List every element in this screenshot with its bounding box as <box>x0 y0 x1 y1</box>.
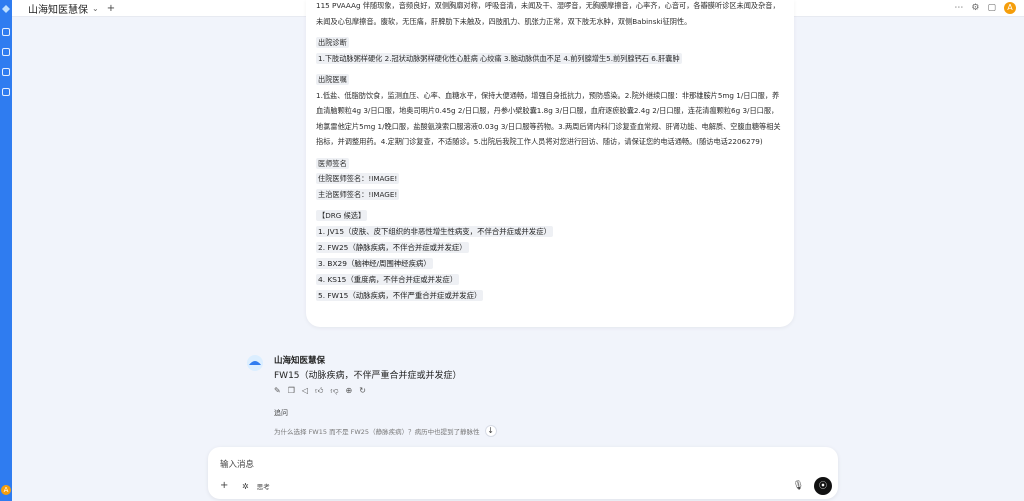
user-avatar-top[interactable]: A <box>1004 2 1016 14</box>
search-icon[interactable] <box>2 48 10 56</box>
history-icon[interactable] <box>2 68 10 76</box>
share-icon[interactable]: ⊕ <box>346 386 353 396</box>
refresh-icon[interactable]: ↻ <box>359 386 366 396</box>
new-tab-icon[interactable]: + <box>107 3 115 14</box>
microphone-icon[interactable]: 🎙︎ <box>793 481 804 491</box>
more-icon[interactable]: ⋯ <box>954 3 963 13</box>
think-toggle[interactable]: ✲ 思考 <box>242 481 270 492</box>
answer-toolbar: ✎ ❐ ◁ 👍︎ 👎︎ ⊕ ↻ <box>274 386 366 396</box>
speaker-icon[interactable]: ◁ <box>302 386 308 396</box>
suggested-question[interactable]: 为什么选择 FW15 而不是 FW25（静脉疾病）？病历中也提到了静脉性 ↓ <box>274 425 497 437</box>
scroll-down-icon[interactable]: ↓ <box>484 425 497 437</box>
drg-item: 3. BX29（脑神经/周围神经疾病） <box>316 257 433 269</box>
user-avatar[interactable]: A <box>1 485 11 495</box>
drg-item: 4. KS15（重度病，不伴合并症或并发症） <box>316 273 460 285</box>
copy-icon[interactable]: ❐ <box>288 386 295 396</box>
attach-icon[interactable]: + <box>220 480 228 491</box>
sparkle-icon: ✲ <box>242 481 249 491</box>
think-label: 思考 <box>256 483 270 491</box>
doctor-heading: 医师签名 <box>316 157 349 169</box>
left-rail: A <box>0 0 12 501</box>
advice-text: 1.低盐、低脂肪饮食，监测血压、心率、血糖水平，保持大便通畅，增强自身抵抗力，预… <box>316 90 781 147</box>
grid-icon[interactable] <box>2 88 10 96</box>
window-icon[interactable]: ▢ <box>987 3 996 13</box>
voice-send-button[interactable]: ⦿ <box>814 477 832 495</box>
top-right-actions: ⋯ ⚙ ▢ A <box>954 2 1016 14</box>
drg-item: 5. FW15（动脉疾病，不伴严重合并症或并发症） <box>316 289 484 301</box>
thumb-up-icon[interactable]: 👍︎ <box>315 386 323 396</box>
follow-up-label: 追问 <box>274 409 288 417</box>
app-logo-icon[interactable] <box>1 4 11 14</box>
doctor-attending: 主治医师签名：!IMAGE! <box>316 188 400 200</box>
settings-icon[interactable]: ⚙ <box>971 3 979 13</box>
message-input[interactable]: 输入消息 <box>220 458 254 470</box>
suggested-question-text[interactable]: 为什么选择 FW15 而不是 FW25（静脉疾病）？病历中也提到了静脉性 <box>274 426 480 436</box>
thumb-down-icon[interactable]: 👎︎ <box>330 386 338 396</box>
drg-heading: 【DRG 候选】 <box>316 210 368 221</box>
drg-item: 1. JV15（皮肤、皮下组织的非恶性增生性病变，不伴合并症或并发症） <box>316 225 553 237</box>
message-input-box[interactable]: 输入消息 + ✲ 思考 🎙︎ ⦿ <box>208 447 838 499</box>
assistant-name: 山海知医慧保 <box>274 356 326 366</box>
diagnosis-heading: 出院诊断 <box>316 37 349 48</box>
doctor-resident: 住院医师签名：!IMAGE! <box>316 173 400 184</box>
chevron-down-icon[interactable]: ⌄ <box>92 4 99 13</box>
diagnosis-text: 1.下肢动脉粥样硬化 2.冠状动脉粥样硬化性心脏病 心绞痛 3.脑动脉供血不足 … <box>316 52 682 64</box>
assistant-logo-icon <box>247 355 263 371</box>
pencil-icon[interactable]: ✎ <box>274 386 281 396</box>
drg-item: 2. FW25（静脉疾病，不伴合并症或并发症） <box>316 241 469 253</box>
advice-heading: 出院医嘱 <box>316 74 349 85</box>
assistant-text: FW15（动脉疾病，不伴严重合并症或并发症） <box>274 371 462 381</box>
exam-text: 115 PVAAAg 伴随现象，音频良好，双侧胸廓对称，呼吸音清，未闻及干、湿啰… <box>316 1 780 26</box>
app-title: 山海知医慧保 <box>28 4 88 16</box>
new-chat-icon[interactable] <box>2 28 10 36</box>
message-card: 115 PVAAAg 伴随现象，音频良好，双侧胸廓对称，呼吸音清，未闻及干、湿啰… <box>306 0 794 327</box>
